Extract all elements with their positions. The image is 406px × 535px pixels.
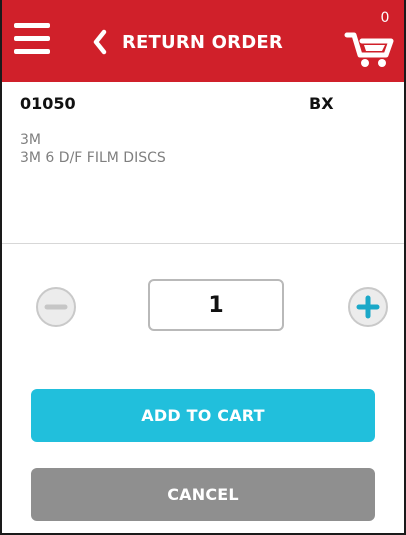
cart-button[interactable]: 0 — [344, 10, 400, 72]
cart-icon — [344, 32, 394, 67]
back-button[interactable]: RETURN ORDER — [90, 22, 283, 62]
add-to-cart-button[interactable]: ADD TO CART — [31, 389, 375, 442]
app-header: RETURN ORDER 0 — [2, 0, 404, 82]
cancel-button[interactable]: CANCEL — [31, 468, 375, 521]
divider — [2, 243, 404, 244]
cart-count: 0 — [380, 10, 390, 26]
minus-icon — [36, 287, 76, 327]
product-info: 01050 BX 3M 3M 6 D/F FILM DISCS — [2, 82, 404, 243]
menu-icon[interactable] — [14, 23, 50, 55]
decrement-button[interactable] — [35, 286, 77, 328]
page-title: RETURN ORDER — [122, 31, 283, 53]
quantity-input[interactable] — [148, 279, 284, 331]
chevron-left-icon — [93, 29, 107, 55]
plus-icon — [348, 287, 388, 327]
increment-button[interactable] — [347, 286, 389, 328]
quantity-stepper — [2, 278, 404, 340]
add-to-cart-label: ADD TO CART — [141, 406, 265, 425]
product-brand: 3M — [20, 132, 41, 148]
product-sku: 01050 — [20, 94, 76, 113]
product-unit: BX — [309, 94, 334, 113]
screen: RETURN ORDER 0 01050 BX 3M 3M 6 D/F FILM… — [0, 0, 406, 535]
cancel-label: CANCEL — [167, 485, 239, 504]
product-description: 3M 6 D/F FILM DISCS — [20, 150, 166, 166]
